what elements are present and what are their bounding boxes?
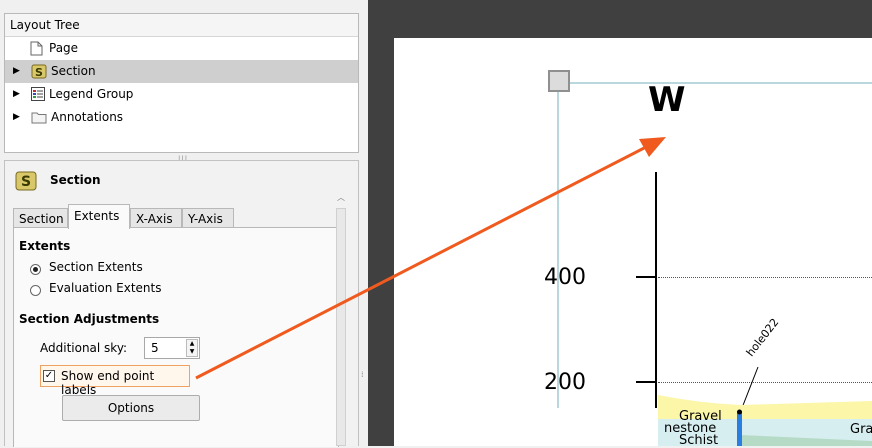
tab-extents[interactable]: Extents (68, 204, 130, 229)
expand-arrow-icon[interactable]: ▶ (13, 106, 20, 129)
tree-item-label: Legend Group (49, 87, 134, 101)
tab-label: Extents (74, 209, 120, 223)
scroll-up-icon[interactable]: ︿ (337, 192, 345, 203)
tree-item-annotations[interactable]: ▶ Annotations (5, 106, 358, 129)
left-panel: Layout Tree Page ▶ S Section ▶ Legend Gr… (0, 0, 364, 447)
properties-title: Section (50, 173, 101, 187)
show-end-point-labels-option[interactable]: ✓ Show end point labels (40, 365, 190, 397)
page-icon (30, 41, 43, 56)
extents-tab-panel: Extents Section Extents Evaluation Exten… (13, 227, 339, 447)
tree-item-label: Page (49, 41, 79, 55)
layout-tree-title: Layout Tree (5, 14, 358, 37)
expand-arrow-icon[interactable]: ▶ (13, 83, 20, 106)
tree-item-label: Section (51, 64, 96, 78)
legend-icon (31, 87, 45, 101)
tab-label: X-Axis (136, 212, 173, 226)
y-axis-tick-label: 200 (544, 370, 586, 395)
stepper-arrows-icon[interactable]: ▲ ▼ (186, 339, 198, 357)
tab-x-axis[interactable]: X-Axis (130, 208, 182, 228)
options-button[interactable]: Options (62, 395, 200, 421)
tree-item-section[interactable]: ▶ S Section (5, 60, 358, 83)
additional-sky-stepper[interactable]: 5 ▲ ▼ (144, 337, 200, 359)
evaluation-extents-label: Evaluation Extents (49, 281, 162, 295)
section-extents-radio[interactable] (30, 264, 41, 275)
y-axis-tick (636, 381, 656, 383)
evaluation-extents-radio[interactable] (30, 285, 41, 296)
y-axis-line (655, 172, 657, 408)
tab-label: Y-Axis (188, 212, 223, 226)
section-adjustments-heading: Section Adjustments (19, 312, 160, 326)
properties-panel: S Section Section Extents X-Axis Y-Axis … (4, 160, 359, 447)
tree-item-legend-group[interactable]: ▶ Legend Group (5, 83, 358, 106)
folder-icon (31, 112, 47, 124)
svg-text:S: S (21, 174, 31, 190)
additional-sky-label: Additional sky: (40, 341, 128, 355)
y-axis-tick-label: 400 (544, 265, 586, 290)
tree-item-page[interactable]: Page (5, 37, 358, 60)
tab-label: Section (19, 212, 64, 226)
svg-text:S: S (35, 66, 43, 79)
layout-canvas[interactable]: W 400 200 hole022 Gravel nestone Schist … (368, 0, 872, 448)
section-icon: S (31, 64, 47, 79)
scrollbar-thumb[interactable] (336, 208, 346, 446)
properties-scrollbar[interactable]: ︿ (334, 190, 348, 446)
resize-handle[interactable] (548, 70, 570, 92)
section-extents-label: Section Extents (49, 260, 143, 274)
vertical-splitter-handle[interactable]: ⁞ (361, 370, 364, 379)
expand-arrow-icon[interactable]: ▶ (13, 60, 20, 83)
tab-y-axis[interactable]: Y-Axis (182, 208, 234, 228)
y-axis-tick (636, 276, 656, 278)
section-end-label: W (648, 80, 686, 120)
section-icon: S (15, 171, 37, 191)
strata-label: Schist (679, 433, 719, 448)
additional-sky-value: 5 (151, 341, 159, 355)
gridline (658, 277, 872, 278)
tab-section[interactable]: Section (13, 208, 68, 228)
tree-item-label: Annotations (51, 110, 124, 124)
show-end-point-labels-label: Show end point labels (61, 369, 155, 397)
strata-label: Gra (850, 422, 872, 437)
extents-heading: Extents (19, 239, 71, 253)
show-end-point-labels-checkbox[interactable]: ✓ (43, 370, 55, 382)
layout-tree-panel: Layout Tree Page ▶ S Section ▶ Legend Gr… (4, 13, 359, 153)
